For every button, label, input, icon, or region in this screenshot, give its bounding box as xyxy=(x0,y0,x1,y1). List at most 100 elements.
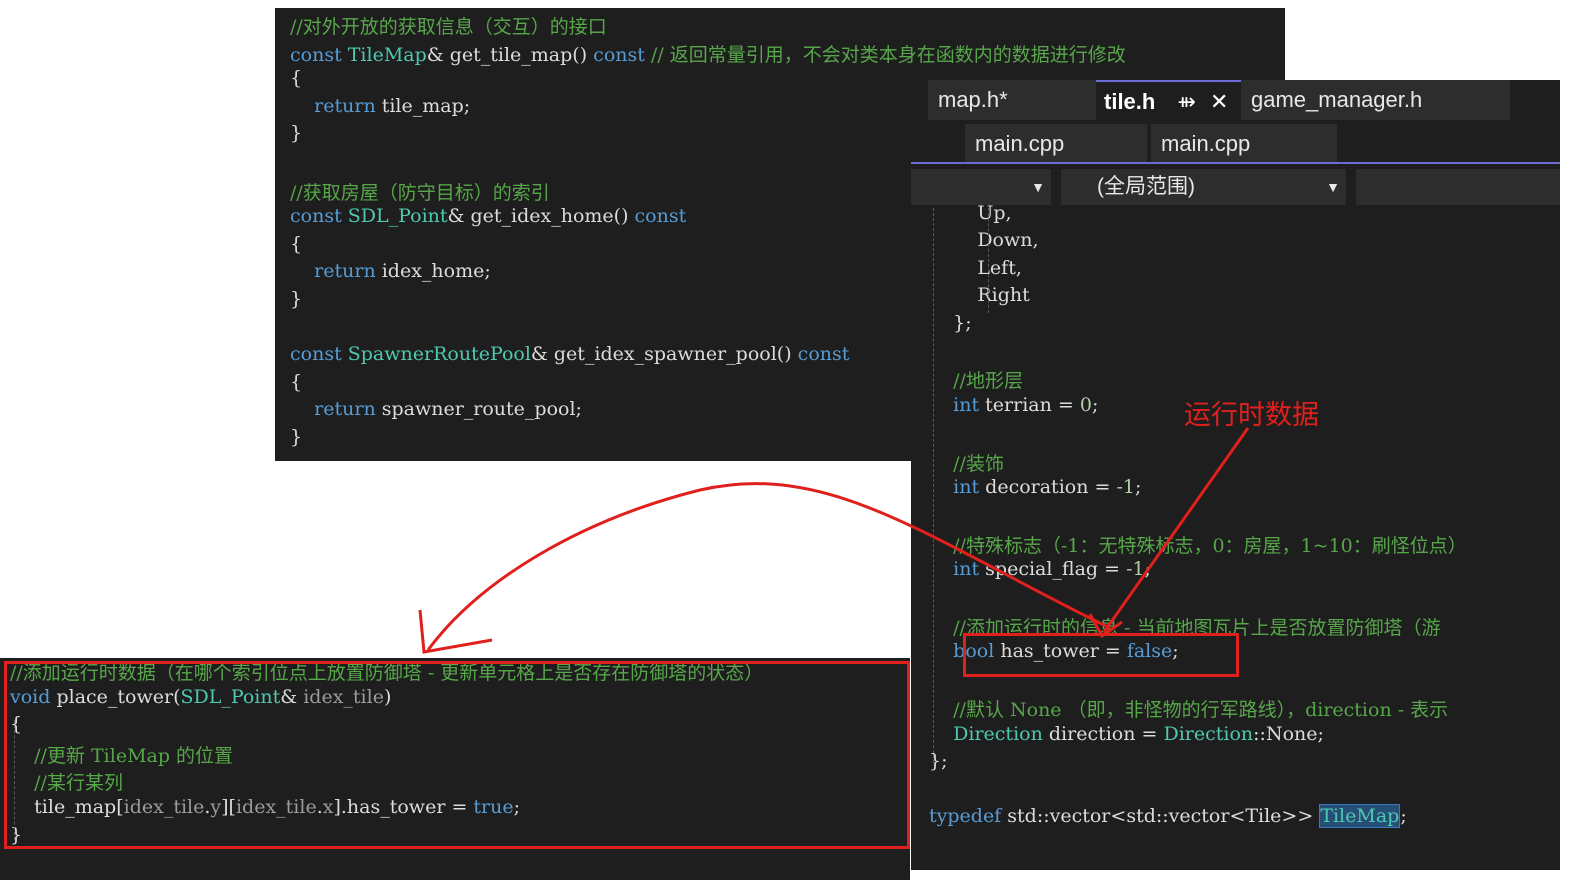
code-line: int terrian = 0; xyxy=(929,394,1098,416)
code-line: //特殊标志（-1：无特殊标志，0：房屋，1~10：刷怪位点） xyxy=(929,531,1467,558)
code-line: //默认 None （即，非怪物的行军路线），direction - 表示 xyxy=(929,695,1448,722)
code-line: const TileMap& get_tile_map() const // 返… xyxy=(290,40,1126,67)
code-token: ; xyxy=(1400,804,1407,827)
code-token: return xyxy=(290,260,382,283)
code-token: Right xyxy=(929,284,1030,307)
code-comment: //获取房屋（防守目标）的索引 xyxy=(290,181,550,204)
code-token: } xyxy=(290,426,303,448)
code-token: direction = xyxy=(1048,722,1164,745)
code-token: SDL_Point xyxy=(347,205,448,228)
code-token: const xyxy=(290,43,348,66)
code-token: const xyxy=(290,343,348,366)
code-token: TileMap xyxy=(347,43,427,66)
code-token: const xyxy=(593,43,645,66)
code-comment: //对外开放的获取信息（交互）的接口 xyxy=(290,16,607,38)
code-token: const xyxy=(634,205,687,228)
code-token: tile_map; xyxy=(381,94,471,117)
code-token: & get_tile_map() xyxy=(426,43,594,66)
code-token: { xyxy=(290,67,303,90)
scope-selector[interactable]: (全局范围) ▼ xyxy=(1061,169,1346,205)
highlight-box-place-tower xyxy=(4,661,910,849)
code-token: typedef xyxy=(929,804,1008,827)
scope-label: (全局范围) xyxy=(1097,175,1195,198)
tab-tile-h-label: tile.h xyxy=(1104,89,1156,114)
code-line: Right xyxy=(929,284,1030,307)
code-comment: //默认 None （即，非怪物的行军路线），direction - 表示 xyxy=(929,699,1449,722)
code-token: }; xyxy=(929,750,948,772)
code-token: terrian = xyxy=(985,393,1080,416)
tab-main-cpp-2[interactable]: main.cpp xyxy=(1151,124,1337,164)
tab-tile-h[interactable]: tile.h ⇻ ✕ xyxy=(1096,80,1241,120)
code-token: ; xyxy=(1134,476,1142,498)
code-line: }; xyxy=(929,312,972,334)
code-line: //对外开放的获取信息（交互）的接口 xyxy=(290,12,607,39)
chevron-down-icon: ▼ xyxy=(1326,179,1340,195)
code-line: //装饰 xyxy=(929,449,1004,476)
code-token: -1 xyxy=(1116,476,1135,498)
code-comment: //装饰 xyxy=(929,452,1004,475)
tab-strip-divider xyxy=(911,162,1560,164)
code-token: idex_home; xyxy=(381,260,491,283)
code-token: int xyxy=(929,558,986,581)
code-line: int special_flag = -1; xyxy=(929,558,1151,580)
code-line: { xyxy=(290,67,302,89)
code-line: //地形层 xyxy=(929,366,1023,393)
code-token: 0 xyxy=(1079,393,1092,416)
member-selector[interactable] xyxy=(1356,169,1560,205)
code-token: special_flag = xyxy=(985,558,1127,581)
code-token: Up, xyxy=(929,202,1012,224)
code-token: & get_idex_home() xyxy=(447,205,635,228)
tab-main-cpp-1[interactable]: main.cpp xyxy=(965,124,1147,164)
code-token: int xyxy=(929,393,986,416)
code-line: return idex_home; xyxy=(290,260,491,282)
code-line: { xyxy=(290,233,302,255)
indent-guide xyxy=(988,208,989,313)
code-line: Left, xyxy=(929,257,1022,279)
code-token: decoration = xyxy=(985,476,1117,498)
code-token: }; xyxy=(929,311,972,334)
code-token: const xyxy=(290,205,348,228)
code-token: Direction xyxy=(1163,722,1254,745)
code-token: ; xyxy=(1091,393,1099,416)
code-token: Down, xyxy=(929,229,1039,252)
code-token: } xyxy=(290,122,303,145)
code-comment: //地形层 xyxy=(929,370,1023,393)
code-token: Left, xyxy=(929,256,1022,279)
code-token: { xyxy=(290,370,303,393)
tab-map-h[interactable]: map.h* xyxy=(928,80,1100,120)
code-token: & get_idex_spawner_pool() xyxy=(530,343,798,366)
code-token: :: xyxy=(1253,722,1266,745)
pin-icon[interactable]: ⇻ xyxy=(1177,89,1195,114)
indent-guide xyxy=(933,208,934,763)
code-line: }; xyxy=(929,750,948,772)
code-line: const SDL_Point& get_idex_home() const xyxy=(290,205,686,227)
code-token: SpawnerRoutePool xyxy=(347,343,531,366)
arrow-curve-head xyxy=(418,609,493,654)
highlight-box-has-tower xyxy=(963,633,1239,677)
code-line: { xyxy=(290,371,302,393)
code-token: return xyxy=(290,94,382,117)
code-line: Direction direction = Direction::None; xyxy=(929,723,1324,745)
code-token: ; xyxy=(1144,558,1152,581)
code-token: } xyxy=(290,288,303,310)
tab-game-manager-h[interactable]: game_manager.h xyxy=(1241,80,1510,120)
chevron-down-icon: ▼ xyxy=(1031,179,1045,195)
close-icon[interactable]: ✕ xyxy=(1210,89,1228,114)
code-line: return tile_map; xyxy=(290,95,470,117)
code-token: return xyxy=(290,398,382,421)
code-token: Direction xyxy=(929,722,1049,745)
code-token: { xyxy=(290,232,303,255)
code-line: return spawner_route_pool; xyxy=(290,398,582,420)
code-token: int xyxy=(929,476,986,498)
class-selector[interactable]: ▼ xyxy=(911,169,1051,205)
code-line: } xyxy=(290,426,302,448)
code-line: typedef std::vector<std::vector<Tile>> T… xyxy=(929,803,1407,828)
code-line: } xyxy=(290,122,302,144)
editor-panel: map.h* tile.h ⇻ ✕ game_manager.h main.cp… xyxy=(911,80,1560,870)
code-line: Up, xyxy=(929,202,1012,224)
code-line: //获取房屋（防守目标）的索引 xyxy=(290,178,550,205)
code-line: Down, xyxy=(929,229,1039,252)
code-comment: //特殊标志（-1：无特殊标志，0：房屋，1~10：刷怪位点） xyxy=(929,534,1467,557)
annotation-label: 运行时数据 xyxy=(1184,400,1319,431)
code-token: // 返回常量引用，不会对类本身在函数内的数据进行修改 xyxy=(644,43,1126,66)
